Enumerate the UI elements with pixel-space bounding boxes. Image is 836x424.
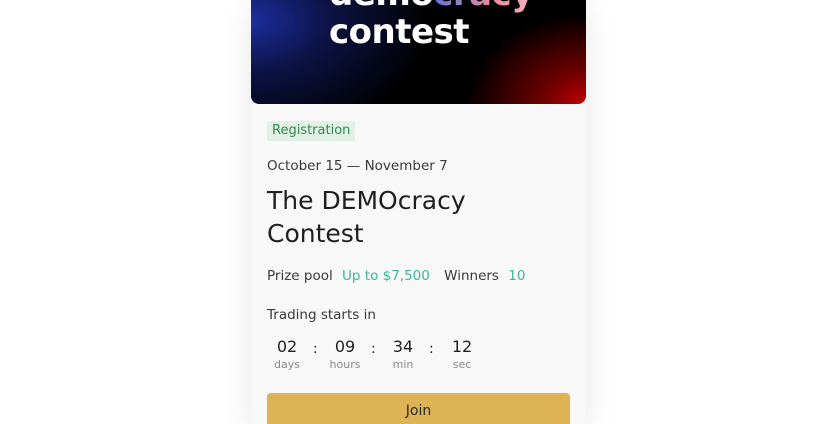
countdown-days-unit: days bbox=[274, 358, 300, 371]
contest-card: democracy contest Registration October 1… bbox=[251, 0, 586, 424]
contest-stats: Prize pool Up to $7,500 Winners 10 bbox=[267, 266, 525, 286]
countdown-seconds-value: 12 bbox=[451, 337, 473, 356]
prize-pool-value: Up to $7,500 bbox=[342, 268, 430, 284]
countdown-minutes-value: 34 bbox=[392, 337, 414, 356]
contest-banner: democracy contest bbox=[251, 0, 586, 104]
contest-dates: October 15 — November 7 bbox=[267, 158, 448, 174]
countdown-separator: : bbox=[429, 341, 434, 357]
countdown-hours-unit: hours bbox=[329, 358, 361, 371]
countdown-hours: 09 hours bbox=[325, 336, 365, 372]
countdown-separator: : bbox=[313, 341, 318, 357]
countdown-days: 02 days bbox=[267, 336, 307, 372]
countdown-separator: : bbox=[371, 341, 376, 357]
banner-title-line2: contest bbox=[329, 12, 470, 52]
countdown-minutes: 34 min bbox=[383, 336, 423, 372]
join-button[interactable]: Join bbox=[267, 393, 570, 424]
contest-title: The DEMOcracy Contest bbox=[267, 186, 466, 248]
winners-value: 10 bbox=[508, 268, 526, 284]
winners-label: Winners bbox=[444, 268, 499, 284]
countdown-hours-value: 09 bbox=[334, 337, 356, 356]
countdown-label: Trading starts in bbox=[267, 307, 376, 323]
countdown-minutes-unit: min bbox=[392, 358, 414, 371]
countdown-days-value: 02 bbox=[276, 337, 298, 356]
countdown-seconds-unit: sec bbox=[452, 358, 472, 371]
countdown-timer: 02 days : 09 hours : 34 min : 12 sec bbox=[267, 336, 567, 376]
countdown-seconds: 12 sec bbox=[442, 336, 482, 372]
prize-pool-label: Prize pool bbox=[267, 268, 333, 284]
status-badge: Registration bbox=[267, 121, 356, 141]
